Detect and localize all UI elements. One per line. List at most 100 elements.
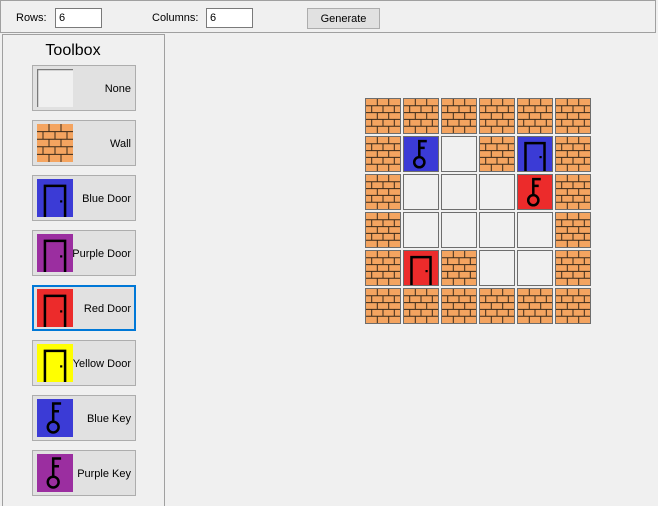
- grid-cell-wall[interactable]: [479, 98, 515, 134]
- brick-wall-icon: [442, 289, 476, 323]
- grid-cell-none[interactable]: [441, 174, 477, 210]
- columns-input[interactable]: [206, 8, 253, 28]
- empty-tile-icon: [518, 251, 552, 285]
- grid-cell-wall[interactable]: [441, 288, 477, 324]
- brick-wall-icon: [366, 175, 400, 209]
- grid-cell-wall[interactable]: [403, 98, 439, 134]
- blue-door-icon: [37, 179, 73, 217]
- grid-cell-wall[interactable]: [441, 98, 477, 134]
- grid-cell-wall[interactable]: [365, 288, 401, 324]
- grid-cell-wall[interactable]: [365, 212, 401, 248]
- brick-wall-icon: [366, 137, 400, 171]
- grid-cell-wall[interactable]: [555, 250, 591, 286]
- tool-purple-key-button[interactable]: Purple Key: [32, 450, 136, 496]
- rows-input[interactable]: [55, 8, 102, 28]
- tool-label: Purple Key: [77, 468, 131, 480]
- grid-cell-none[interactable]: [441, 212, 477, 248]
- brick-wall-icon: [518, 289, 552, 323]
- grid-cell-none[interactable]: [479, 212, 515, 248]
- brick-wall-icon: [442, 251, 476, 285]
- grid-cell-wall[interactable]: [403, 288, 439, 324]
- grid-cell-none[interactable]: [403, 174, 439, 210]
- empty-tile-icon: [442, 137, 476, 171]
- brick-wall-icon: [366, 99, 400, 133]
- red-door-icon: [404, 251, 438, 285]
- brick-wall-icon: [404, 99, 438, 133]
- brick-wall-icon: [404, 289, 438, 323]
- grid-cell-none[interactable]: [517, 250, 553, 286]
- tool-wall-button[interactable]: Wall: [32, 120, 136, 166]
- brick-wall-icon: [480, 99, 514, 133]
- grid-cell-red-door[interactable]: [403, 250, 439, 286]
- columns-label: Columns:: [152, 12, 199, 24]
- tool-none-button[interactable]: None: [32, 65, 136, 111]
- empty-tile-icon: [518, 213, 552, 247]
- brick-wall-icon: [442, 99, 476, 133]
- grid-cell-wall[interactable]: [365, 174, 401, 210]
- red-door-icon: [37, 289, 73, 327]
- empty-tile-icon: [442, 213, 476, 247]
- tool-purple-door-button[interactable]: Purple Door: [32, 230, 136, 276]
- tool-blue-door-button[interactable]: Blue Door: [32, 175, 136, 221]
- grid-cell-wall[interactable]: [555, 98, 591, 134]
- purple-key-icon: [37, 454, 73, 492]
- brick-wall-icon: [556, 213, 590, 247]
- empty-tile-icon: [404, 213, 438, 247]
- empty-tile-icon: [36, 68, 73, 107]
- tool-blue-key-button[interactable]: Blue Key: [32, 395, 136, 441]
- brick-wall-icon: [366, 289, 400, 323]
- tool-label: Blue Door: [82, 193, 131, 205]
- grid-cell-wall[interactable]: [517, 288, 553, 324]
- tool-label: Blue Key: [86, 413, 131, 425]
- brick-wall-icon: [480, 289, 514, 323]
- rows-label: Rows:: [16, 12, 47, 24]
- brick-wall-icon: [480, 137, 514, 171]
- grid-cell-wall[interactable]: [479, 288, 515, 324]
- red-key-icon: [518, 175, 552, 209]
- grid-cell-blue-key[interactable]: [403, 136, 439, 172]
- grid-cell-wall[interactable]: [555, 174, 591, 210]
- brick-wall-icon: [556, 99, 590, 133]
- grid-cell-wall[interactable]: [517, 98, 553, 134]
- toolbox-title: Toolbox: [45, 42, 101, 59]
- grid-cell-wall[interactable]: [479, 136, 515, 172]
- top-toolbar: Rows: Columns: Generate: [0, 0, 656, 33]
- grid-cell-none[interactable]: [479, 174, 515, 210]
- grid-cell-blue-door[interactable]: [517, 136, 553, 172]
- empty-tile-icon: [442, 175, 476, 209]
- yellow-door-icon: [37, 344, 73, 382]
- tool-label: None: [104, 83, 131, 95]
- grid-cell-wall[interactable]: [441, 250, 477, 286]
- grid-cell-wall[interactable]: [555, 288, 591, 324]
- grid-cell-none[interactable]: [403, 212, 439, 248]
- brick-wall-icon: [556, 251, 590, 285]
- grid-cell-wall[interactable]: [365, 136, 401, 172]
- toolbox-panel: Toolbox None Wall Blue Door Purple Door Red …: [2, 34, 165, 506]
- blue-key-icon: [37, 399, 73, 437]
- purple-door-icon: [37, 234, 73, 272]
- brick-wall-icon: [556, 289, 590, 323]
- brick-wall-icon: [366, 251, 400, 285]
- tool-red-door-button[interactable]: Red Door: [32, 285, 136, 331]
- tool-label: Red Door: [83, 303, 131, 315]
- empty-tile-icon: [480, 175, 514, 209]
- brick-wall-icon: [518, 99, 552, 133]
- brick-wall-icon: [556, 137, 590, 171]
- grid-cell-none[interactable]: [479, 250, 515, 286]
- empty-tile-icon: [404, 175, 438, 209]
- grid-cell-none[interactable]: [517, 212, 553, 248]
- blue-door-icon: [518, 137, 552, 171]
- grid-cell-wall[interactable]: [365, 98, 401, 134]
- grid-cell-wall[interactable]: [555, 136, 591, 172]
- grid-cell-wall[interactable]: [365, 250, 401, 286]
- grid-cell-none[interactable]: [441, 136, 477, 172]
- grid-cell-wall[interactable]: [555, 212, 591, 248]
- tool-label: Purple Door: [72, 248, 131, 260]
- tool-label: Wall: [110, 138, 131, 150]
- empty-tile-icon: [480, 213, 514, 247]
- tool-yellow-door-button[interactable]: Yellow Door: [32, 340, 136, 386]
- generate-button[interactable]: Generate: [307, 8, 380, 29]
- grid-cell-red-key[interactable]: [517, 174, 553, 210]
- tool-label: Yellow Door: [72, 358, 131, 370]
- empty-tile-icon: [480, 251, 514, 285]
